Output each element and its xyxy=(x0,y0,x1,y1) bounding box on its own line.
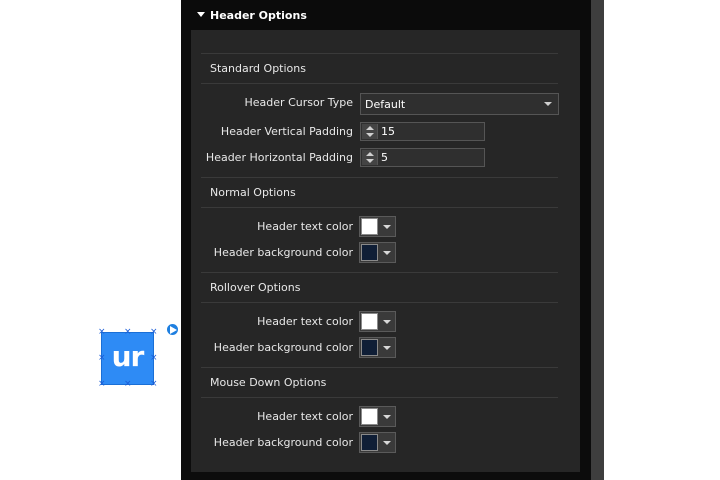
selection-handle-bl[interactable]: × xyxy=(98,380,106,389)
vertical-padding-stepper[interactable]: 15 xyxy=(360,122,485,141)
divider xyxy=(201,367,558,368)
chevron-down-icon xyxy=(383,251,391,255)
divider xyxy=(201,177,558,178)
spin-down-icon[interactable] xyxy=(366,133,374,137)
chevron-down-icon xyxy=(544,102,552,106)
chevron-down-icon xyxy=(383,441,391,445)
selection-handle-ml[interactable]: × xyxy=(98,354,106,363)
divider xyxy=(201,53,558,54)
cursor-type-label: Header Cursor Type xyxy=(244,96,353,109)
selection-handle-tc[interactable]: × xyxy=(124,328,132,337)
divider xyxy=(201,272,558,273)
divider xyxy=(201,302,558,303)
selection-handle-tl[interactable]: × xyxy=(98,328,106,337)
panel-title: Header Options xyxy=(210,9,307,22)
panel-scrollbar[interactable] xyxy=(591,0,604,480)
mousedown-text-color-picker[interactable] xyxy=(359,406,396,427)
chevron-down-icon xyxy=(383,320,391,324)
color-swatch xyxy=(361,244,378,261)
cursor-type-select[interactable]: Default xyxy=(360,93,559,115)
divider xyxy=(201,397,558,398)
color-swatch xyxy=(361,408,378,425)
horizontal-padding-stepper[interactable]: 5 xyxy=(360,148,485,167)
mousedown-text-color-label: Header text color xyxy=(257,410,353,423)
normal-text-color-label: Header text color xyxy=(257,220,353,233)
section-title-standard: Standard Options xyxy=(210,62,306,75)
mousedown-bg-color-picker[interactable] xyxy=(359,432,396,453)
horizontal-padding-label: Header Horizontal Padding xyxy=(205,151,353,164)
vertical-padding-value: 15 xyxy=(381,125,395,138)
spin-down-icon[interactable] xyxy=(366,159,374,163)
spin-buttons[interactable] xyxy=(362,150,378,165)
color-swatch xyxy=(361,339,378,356)
section-title-mousedown: Mouse Down Options xyxy=(210,376,327,389)
section-title-rollover: Rollover Options xyxy=(210,281,301,294)
play-icon[interactable] xyxy=(166,323,179,336)
divider xyxy=(201,207,558,208)
rollover-text-color-label: Header text color xyxy=(257,315,353,328)
color-swatch xyxy=(361,313,378,330)
normal-bg-color-picker[interactable] xyxy=(359,242,396,263)
horizontal-padding-value: 5 xyxy=(381,151,388,164)
normal-text-color-picker[interactable] xyxy=(359,216,396,237)
spin-up-icon[interactable] xyxy=(366,126,374,130)
normal-bg-color-label: Header background color xyxy=(213,246,353,259)
vertical-padding-label: Header Vertical Padding xyxy=(220,125,353,138)
divider xyxy=(201,83,558,84)
mousedown-bg-color-label: Header background color xyxy=(213,436,353,449)
collapse-arrow-icon[interactable] xyxy=(197,12,205,17)
selection-handle-tr[interactable]: × xyxy=(150,328,158,337)
spin-up-icon[interactable] xyxy=(366,152,374,156)
selection-handle-mr[interactable]: × xyxy=(150,354,158,363)
rollover-text-color-picker[interactable] xyxy=(359,311,396,332)
color-swatch xyxy=(361,434,378,451)
rollover-bg-color-picker[interactable] xyxy=(359,337,396,358)
widget-label: ur xyxy=(111,340,145,373)
rollover-bg-color-label: Header background color xyxy=(213,341,353,354)
selection-handle-bc[interactable]: × xyxy=(124,380,132,389)
chevron-down-icon xyxy=(383,415,391,419)
color-swatch xyxy=(361,218,378,235)
selection-handle-br[interactable]: × xyxy=(150,380,158,389)
section-title-normal: Normal Options xyxy=(210,186,296,199)
chevron-down-icon xyxy=(383,346,391,350)
chevron-down-icon xyxy=(383,225,391,229)
cursor-type-value: Default xyxy=(365,98,406,111)
canvas-widget[interactable]: ur xyxy=(101,332,154,385)
panel-header[interactable]: Header Options xyxy=(181,0,591,30)
spin-buttons[interactable] xyxy=(362,124,378,139)
